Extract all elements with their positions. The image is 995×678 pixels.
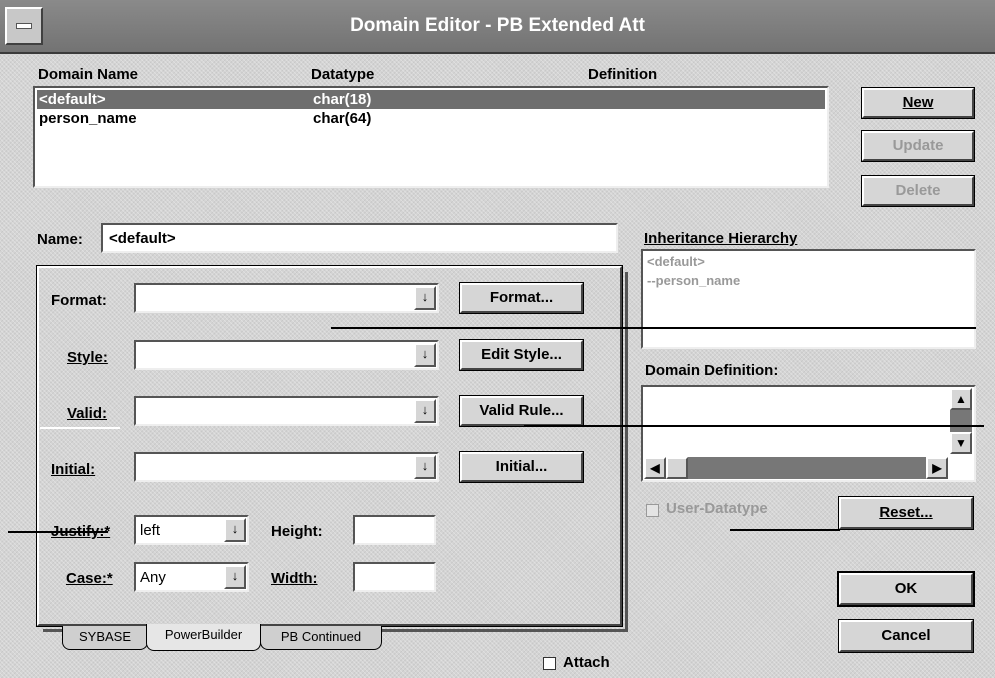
- case-value: Any: [140, 569, 166, 586]
- horizontal-scroll-track[interactable]: [644, 457, 948, 479]
- name-label: Name:: [37, 231, 83, 248]
- edit-style-button[interactable]: Edit Style...: [459, 339, 584, 371]
- column-header-datatype: Datatype: [311, 66, 375, 83]
- artifact-line: [331, 327, 976, 329]
- tab-powerbuilder[interactable]: PowerBuilder: [146, 624, 261, 651]
- user-datatype-label: User-Datatype: [666, 500, 768, 517]
- user-datatype-checkbox[interactable]: [646, 504, 659, 517]
- style-dropdown[interactable]: ↓: [134, 340, 439, 370]
- tab-pb-continued[interactable]: PB Continued: [260, 626, 382, 650]
- attach-checkbox[interactable]: [543, 657, 556, 670]
- datatype-cell: char(18): [313, 91, 372, 108]
- tab-sybase[interactable]: SYBASE: [62, 626, 148, 650]
- inheritance-list[interactable]: <default> --person_name: [641, 249, 976, 349]
- scroll-left-icon[interactable]: ◀: [644, 457, 666, 479]
- window-title: Domain Editor - PB Extended Att: [350, 15, 645, 36]
- width-label: Width:: [271, 570, 318, 587]
- horizontal-scroll-thumb[interactable]: [666, 457, 688, 479]
- title-bar: Domain Editor - PB Extended Att: [0, 0, 995, 54]
- domain-name-cell: person_name: [39, 110, 137, 127]
- attach-label: Attach: [563, 654, 610, 671]
- chevron-down-icon[interactable]: ↓: [414, 455, 436, 479]
- format-button[interactable]: Format...: [459, 282, 584, 314]
- column-header-domain-name: Domain Name: [38, 66, 139, 83]
- valid-rule-button[interactable]: Valid Rule...: [459, 395, 584, 427]
- initial-label: Initial:: [51, 461, 96, 478]
- ok-button[interactable]: OK: [837, 571, 975, 607]
- cancel-button[interactable]: Cancel: [838, 619, 974, 653]
- inheritance-label: Inheritance Hierarchy: [644, 230, 798, 247]
- format-label: Format:: [51, 292, 107, 309]
- chevron-down-icon[interactable]: ↓: [224, 518, 246, 542]
- valid-dropdown[interactable]: ↓: [134, 396, 439, 426]
- datatype-cell: char(64): [313, 110, 372, 127]
- artifact-line: [8, 531, 108, 533]
- case-label: Case:*: [66, 570, 113, 587]
- list-item[interactable]: --person_name: [647, 273, 740, 288]
- artifact-line: [524, 425, 984, 427]
- domain-definition-label: Domain Definition:: [645, 362, 779, 379]
- scroll-up-icon[interactable]: ▲: [950, 388, 972, 410]
- artifact-line: [730, 529, 840, 531]
- chevron-down-icon[interactable]: ↓: [224, 565, 246, 589]
- style-label: Style:: [67, 349, 108, 366]
- case-dropdown[interactable]: Any ↓: [134, 562, 249, 592]
- valid-label: Valid:: [67, 405, 108, 422]
- justify-dropdown[interactable]: left ↓: [134, 515, 249, 545]
- domain-list[interactable]: <default> char(18) person_name char(64): [33, 86, 829, 188]
- justify-value: left: [140, 522, 161, 539]
- powerbuilder-tab-panel: Format: ↓ Format... Style: ↓ Edit Style.…: [36, 265, 623, 627]
- format-dropdown[interactable]: ↓: [134, 283, 439, 313]
- scroll-down-icon[interactable]: ▼: [950, 432, 972, 454]
- update-button[interactable]: Update: [861, 130, 975, 162]
- list-item[interactable]: person_name char(64): [37, 109, 825, 128]
- list-item[interactable]: <default>: [647, 254, 705, 269]
- height-label: Height:: [271, 523, 323, 540]
- delete-button[interactable]: Delete: [861, 175, 975, 207]
- initial-button[interactable]: Initial...: [459, 451, 584, 483]
- name-input[interactable]: <default>: [101, 223, 618, 253]
- scroll-right-icon[interactable]: ▶: [926, 457, 948, 479]
- domain-definition-editor[interactable]: ▲ ▼ ◀ ▶: [641, 385, 976, 482]
- chevron-down-icon[interactable]: ↓: [414, 286, 436, 310]
- reset-button[interactable]: Reset...: [838, 496, 974, 530]
- artifact-line: [40, 427, 120, 429]
- new-button[interactable]: New: [861, 87, 975, 119]
- column-header-definition: Definition: [588, 66, 658, 83]
- domain-name-cell: <default>: [39, 91, 106, 108]
- initial-dropdown[interactable]: ↓: [134, 452, 439, 482]
- height-input[interactable]: [353, 515, 436, 545]
- chevron-down-icon[interactable]: ↓: [414, 399, 436, 423]
- width-input[interactable]: [353, 562, 436, 592]
- vertical-scroll-track[interactable]: [950, 410, 972, 432]
- chevron-down-icon[interactable]: ↓: [414, 343, 436, 367]
- list-item[interactable]: <default> char(18): [37, 90, 825, 109]
